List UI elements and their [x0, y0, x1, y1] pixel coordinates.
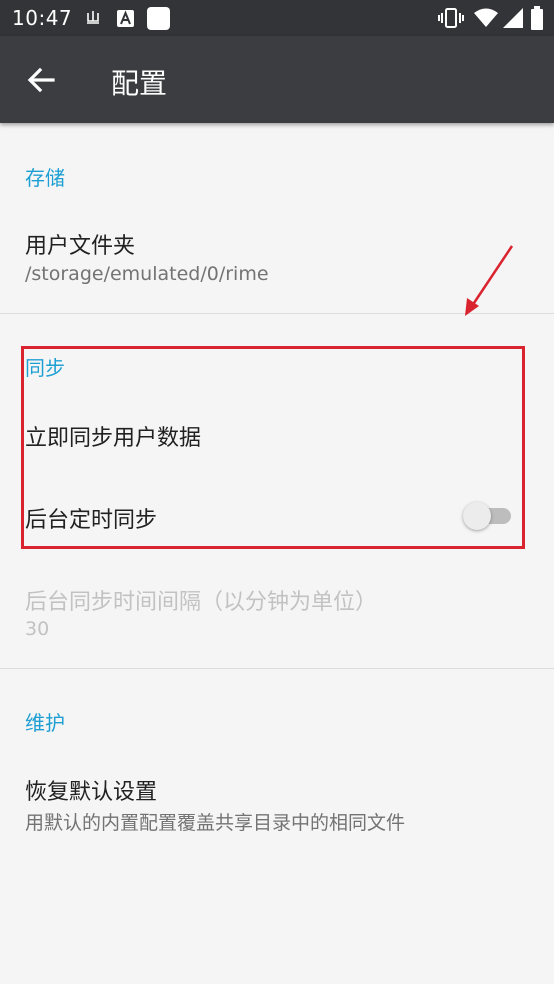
- pref-restore-defaults-title: 恢复默认设置: [25, 780, 158, 805]
- pref-sync-interval-summary: 30: [25, 618, 50, 640]
- battery-icon: [531, 6, 543, 30]
- font-a-icon: [117, 10, 134, 27]
- vibrate-icon: [438, 8, 464, 28]
- pref-user-folder-title: 用户文件夹: [25, 234, 136, 259]
- signal-icon: [503, 8, 523, 28]
- app-bar: 配置: [0, 36, 554, 123]
- app-square-icon: [147, 7, 170, 30]
- wifi-icon: [474, 8, 498, 27]
- pref-user-folder-summary: /storage/emulated/0/rime: [25, 263, 269, 285]
- pref-sync-interval-title: 后台同步时间间隔（以分钟为单位）: [25, 590, 378, 615]
- pref-sync-interval: 后台同步时间间隔（以分钟为单位） 30: [0, 560, 554, 667]
- divider: [0, 668, 554, 669]
- pref-restore-defaults[interactable]: 恢复默认设置 用默认的内置配置覆盖共享目录中的相同文件: [0, 750, 554, 850]
- usb-debug-icon: [87, 11, 99, 24]
- section-title-maintenance: 维护: [25, 711, 65, 735]
- arrow-left-icon[interactable]: [22, 60, 62, 100]
- annotation-arrow-icon: [465, 245, 514, 316]
- status-time: 10:47: [12, 6, 73, 30]
- pref-restore-defaults-summary: 用默认的内置配置覆盖共享目录中的相同文件: [25, 812, 406, 834]
- annotation-highlight-box: [21, 346, 525, 549]
- status-bar: 10:47: [0, 0, 554, 36]
- page-title: 配置: [111, 67, 168, 100]
- section-title-storage: 存储: [25, 166, 65, 190]
